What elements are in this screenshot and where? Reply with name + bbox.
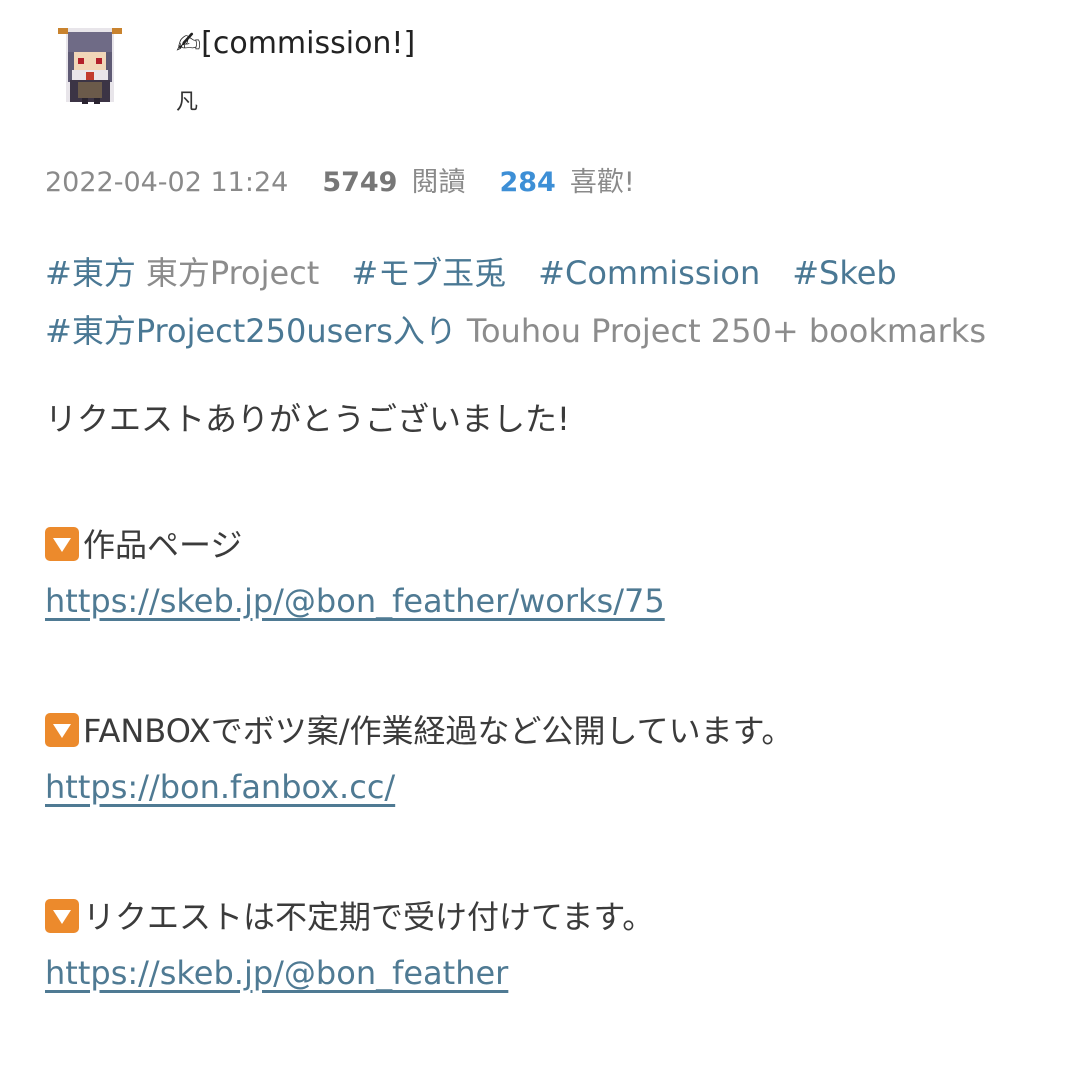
view-count: 5749 bbox=[322, 167, 398, 198]
down-triangle-button-icon bbox=[45, 527, 79, 561]
tag-skeb[interactable]: #Skeb bbox=[792, 254, 897, 292]
tag-touhou-text: #東方 bbox=[45, 254, 136, 292]
tag-touhou[interactable]: #東方 東方Project bbox=[45, 254, 319, 292]
avatar-image bbox=[58, 28, 122, 104]
post-date: 2022-04-02 11:24 bbox=[45, 167, 289, 198]
tag-mob-gyokuto[interactable]: #モブ玉兎 bbox=[351, 254, 506, 292]
tag-commission[interactable]: #Commission bbox=[538, 254, 760, 292]
view-count-label: 閱讀 bbox=[411, 167, 466, 198]
post-title: ✍[commission!] bbox=[176, 26, 416, 61]
section-fanbox: FANBOXでボツ案/作業経過など公開しています。 bbox=[45, 706, 793, 752]
section-requests: リクエストは不定期で受け付けてます。 bbox=[45, 892, 654, 938]
link-skeb-profile[interactable]: https://skeb.jp/@bon_feather bbox=[45, 954, 508, 992]
tag-row-2: #東方Project250users入り Touhou Project 250+ … bbox=[45, 302, 1055, 360]
down-triangle-button-icon bbox=[45, 713, 79, 747]
like-count: 284 bbox=[499, 167, 556, 198]
author-name[interactable]: 凡 bbox=[176, 84, 198, 116]
section-fanbox-label: FANBOXでボツ案/作業経過など公開しています。 bbox=[83, 712, 794, 750]
like-count-label: 喜歡! bbox=[569, 167, 635, 198]
tag-list: #東方 東方Project #モブ玉兎 #Commission #Skeb #東方Pro… bbox=[45, 244, 1055, 360]
link-fanbox[interactable]: https://bon.fanbox.cc/ bbox=[45, 768, 395, 806]
section-requests-label: リクエストは不定期で受け付けてます。 bbox=[83, 898, 655, 936]
thanks-text: リクエストありがとうございました! bbox=[45, 400, 570, 438]
tag-touhou-250users-text: #東方Project250users入り bbox=[45, 312, 457, 350]
author-avatar[interactable] bbox=[52, 22, 128, 106]
tag-touhou-250users[interactable]: #東方Project250users入り Touhou Project 250+ … bbox=[45, 312, 986, 350]
post-meta: 2022-04-02 11:24 5749 閱讀 284 喜歡! bbox=[45, 160, 635, 199]
tag-touhou-250users-translation: Touhou Project 250+ bookmarks bbox=[466, 312, 986, 350]
down-triangle-button-icon bbox=[45, 899, 79, 933]
section-works-page: 作品ページ bbox=[45, 520, 242, 566]
section-works-label: 作品ページ bbox=[83, 526, 243, 564]
tag-row-1: #東方 東方Project #モブ玉兎 #Commission #Skeb bbox=[45, 244, 1055, 302]
link-skeb-works[interactable]: https://skeb.jp/@bon_feather/works/75 bbox=[45, 582, 665, 620]
tag-touhou-translation: 東方Project bbox=[145, 254, 320, 292]
